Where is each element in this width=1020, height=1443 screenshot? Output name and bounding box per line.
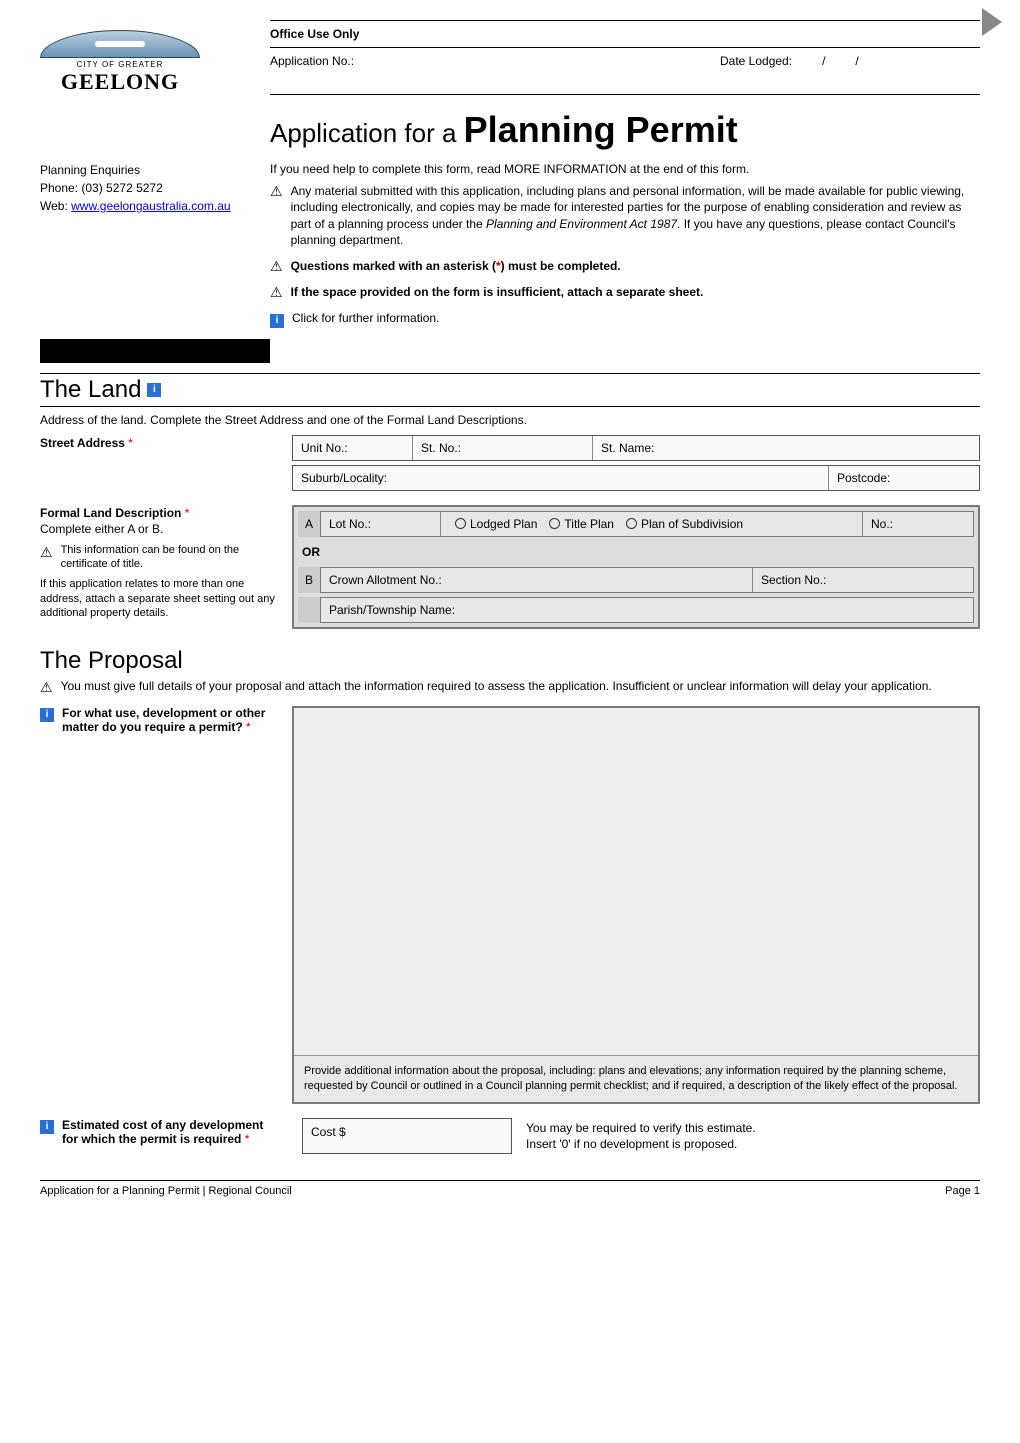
contact-phone: Phone: (03) 5272 5272 (40, 179, 270, 197)
proposal-question-label: For what use, development or other matte… (62, 706, 265, 734)
office-use-only: Office Use Only Application No.: Date Lo… (270, 20, 980, 95)
intro-space-note: If the space provided on the form is ins… (291, 284, 704, 300)
contact-web-link[interactable]: www.geelongaustralia.com.au (71, 199, 230, 213)
crown-allotment-field[interactable]: Crown Allotment No.: (321, 568, 753, 592)
cost-field[interactable]: Cost $ (302, 1118, 512, 1154)
proposal-description-field[interactable]: Provide additional information about the… (292, 706, 980, 1104)
section-the-proposal: The Proposal (40, 647, 980, 675)
cost-note-2: Insert '0' if no development is proposed… (526, 1136, 976, 1152)
st-no-field[interactable]: St. No.: (413, 436, 593, 460)
footer-left: Application for a Planning Permit | Regi… (40, 1185, 945, 1197)
street-address-line1[interactable]: Unit No.: St. No.: St. Name: (292, 435, 980, 461)
street-address-label: Street Address (40, 436, 125, 450)
warning-icon (40, 543, 53, 561)
section-the-land: The Land i (40, 376, 161, 404)
plan-no-field[interactable]: No.: (863, 512, 973, 536)
date-slash-1: / (822, 54, 825, 68)
date-slash-2: / (855, 54, 858, 68)
decorative-black-strip (40, 339, 270, 363)
council-logo: CITY OF GREATER GEELONG (40, 20, 270, 95)
info-icon[interactable]: i (147, 383, 161, 397)
land-subheading: Address of the land. Complete the Street… (40, 413, 980, 427)
application-no-label: Application No.: (270, 54, 720, 68)
radio-title-plan[interactable]: Title Plan (549, 517, 614, 531)
option-a-label: A (298, 511, 320, 537)
postcode-field[interactable]: Postcode: (829, 466, 979, 490)
page-title: Application for a Planning Permit (270, 109, 980, 151)
proposal-footnote: Provide additional information about the… (294, 1055, 978, 1102)
intro-help-line: If you need help to complete this form, … (270, 161, 980, 177)
office-heading: Office Use Only (270, 21, 980, 48)
section-no-field[interactable]: Section No.: (753, 568, 973, 592)
warning-icon (270, 284, 283, 301)
radio-lodged-plan[interactable]: Lodged Plan (455, 517, 537, 531)
logo-name: GEELONG (40, 69, 200, 95)
info-icon[interactable]: i (40, 708, 54, 722)
unit-no-field[interactable]: Unit No.: (293, 436, 413, 460)
warning-icon (270, 258, 283, 275)
warning-icon (40, 679, 53, 696)
parish-township-field[interactable]: Parish/Township Name: (321, 598, 973, 622)
formal-land-more: If this application relates to more than… (40, 577, 280, 620)
contact-heading: Planning Enquiries (40, 161, 270, 179)
street-address-line2[interactable]: Suburb/Locality: Postcode: (292, 465, 980, 491)
radio-plan-of-subdivision[interactable]: Plan of Subdivision (626, 517, 743, 531)
info-icon: i (270, 314, 284, 328)
contact-web-label: Web: (40, 199, 71, 213)
st-name-field[interactable]: St. Name: (593, 436, 979, 460)
or-label: OR (298, 541, 344, 563)
intro-disclosure: Any material submitted with this applica… (291, 183, 980, 248)
suburb-field[interactable]: Suburb/Locality: (293, 466, 829, 490)
cost-label: Estimated cost of any development for wh… (62, 1118, 263, 1146)
footer-page: Page 1 (945, 1185, 980, 1197)
info-icon[interactable]: i (40, 1120, 54, 1134)
logo-caption: CITY OF GREATER (40, 60, 200, 69)
option-b-label: B (298, 567, 320, 593)
contact-block: Planning Enquiries Phone: (03) 5272 5272… (40, 161, 270, 333)
next-page-arrow[interactable] (982, 8, 1002, 36)
proposal-warning-text: You must give full details of your propo… (61, 679, 932, 696)
warning-icon (270, 183, 283, 200)
intro-asterisk-note: Questions marked with an asterisk (*) mu… (291, 258, 621, 274)
lot-no-field[interactable]: Lot No.: (321, 512, 441, 536)
formal-land-note: This information can be found on the cer… (61, 543, 280, 572)
date-lodged-label: Date Lodged: (720, 54, 792, 68)
formal-land-label: Formal Land Description (40, 506, 181, 520)
intro-click-info: Click for further information. (292, 310, 439, 326)
cost-note-1: You may be required to verify this estim… (526, 1120, 976, 1136)
formal-land-sub: Complete either A or B. (40, 521, 280, 537)
